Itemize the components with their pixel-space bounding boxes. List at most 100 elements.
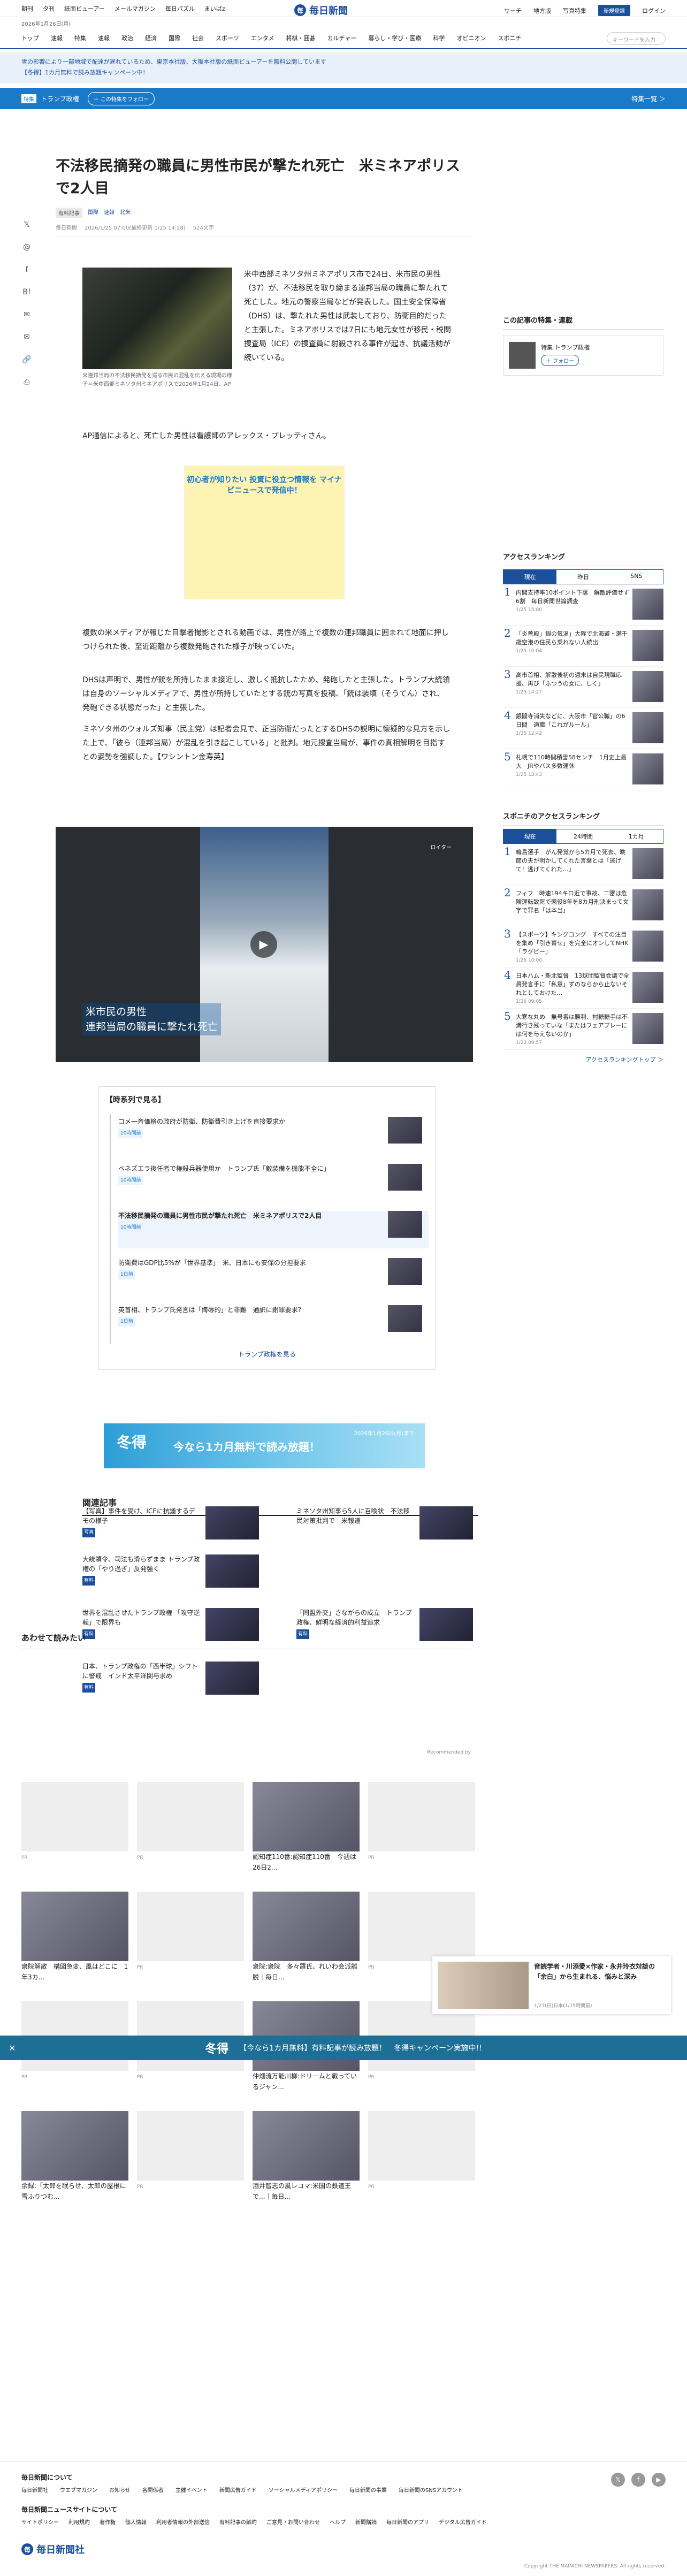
article-photo[interactable] <box>82 268 232 369</box>
category-item[interactable]: 経済 <box>145 34 157 42</box>
footer-group-link[interactable]: 個人情報 <box>125 2518 147 2526</box>
footer-group-link[interactable]: 利用者情報の外部送信 <box>156 2518 210 2526</box>
ranking-item[interactable]: 1 輪島選手 がん発覚から5カ月で死去、晩節の夫が明かしてくれた言葉とは「逃げて！… <box>503 844 663 885</box>
ranking-tab[interactable]: 昨日 <box>556 570 609 584</box>
suggest-card[interactable]: 認知症110番:認知症110番 今週は26日2... <box>253 1782 360 1873</box>
timeline-more-link[interactable]: トランプ政権を見る <box>99 1350 435 1359</box>
topnav-item[interactable]: 毎日パズル <box>165 4 195 13</box>
suggest-card[interactable]: PR <box>137 2111 244 2192</box>
footer-logo[interactable]: 毎毎日新聞社 <box>21 2542 85 2556</box>
footer-group-link[interactable]: サイトポリシー <box>21 2518 59 2526</box>
ranking-item[interactable]: 5 大寒な丸め 無号番は勝利、村糖糖手は不満行き残っていな「またはフェアプレーには… <box>503 1009 663 1050</box>
ranking-item[interactable]: 3 【スポーツ】キングコング すべての注目を集め「引き寄せ」を完全にオンしてNHK… <box>503 926 663 967</box>
suggest-card[interactable]: PR <box>368 1782 475 1863</box>
topic-name[interactable]: トランプ政権 <box>41 94 79 103</box>
facebook-icon[interactable]: f <box>631 2473 645 2487</box>
timeline-item[interactable]: 防衛費はGDP比5%が「世界基準」 米、日本にも安保の分担要求 1日前 <box>118 1258 429 1295</box>
site-logo[interactable]: 毎毎日新聞 <box>294 3 348 17</box>
notice-campaign[interactable]: 【冬得】1カ月無料で読み放題キャンペーン中！ <box>21 67 666 78</box>
facebook-share-icon[interactable]: f <box>21 264 32 275</box>
topnav-item[interactable]: まいばz <box>204 4 225 13</box>
ranking-item[interactable]: 2 「炎曾殿」銀の気温」大隊で北海道・瀬千歳空港の住民ら乗れない人続出 1/25 1… <box>503 626 663 667</box>
footer-link[interactable]: 各関係者 <box>142 2486 164 2494</box>
category-item[interactable]: スポーツ <box>216 34 239 42</box>
print-icon[interactable]: ⎙ <box>21 377 32 387</box>
campaign-banner[interactable]: 冬得 今なら1カ月無料で読み放題！ 2026年1月26日(月)まで <box>104 1423 425 1468</box>
category-item[interactable]: スポニチ <box>498 34 521 42</box>
ranking-tab[interactable]: 24時間 <box>556 829 609 843</box>
ranking-tab[interactable]: 1カ月 <box>610 829 663 843</box>
suggest-card[interactable]: PR <box>137 1782 244 1863</box>
footer-link[interactable]: 毎日新聞社 <box>21 2486 48 2494</box>
footer-link[interactable]: ソーシャルメディアポリシー <box>269 2486 338 2494</box>
category-item[interactable]: エンタメ <box>251 34 274 42</box>
notice-banner[interactable]: 雪の影響により一部地域で配達が遅れているため、東京本社版、大阪本社版の紙面ビュー… <box>0 52 687 83</box>
topnav-right-item[interactable]: サーチ <box>504 6 522 15</box>
footer-group-link[interactable]: 新聞購読 <box>355 2518 377 2526</box>
ranking-item[interactable]: 2 フィフ 時速194キロ近で事故、二審は危険運転致死で懲役8年を8カ月刑決まって… <box>503 885 663 926</box>
article-tag[interactable]: 北米 <box>120 208 131 218</box>
timeline-item[interactable]: 不法移民摘発の職員に男性市民が撃たれ死亡 米ミネアポリスで2人目 10時間前 <box>118 1211 429 1248</box>
category-item[interactable]: 社会 <box>192 34 204 42</box>
popup-recommend[interactable]: 音読学者・川添愛×作家・永井玲衣対談の「余白」から生まれる、悩みと深み 1/27… <box>432 1956 671 2014</box>
advertisement[interactable]: 初心者が知りたい 投資に役立つ情報を マイナビニュースで発信中！ <box>184 466 345 599</box>
suggest-card[interactable]: 余録:「太郎を眠らせ、太郎の屋根に雪ふりつむ... <box>21 2111 128 2202</box>
related-item[interactable]: 【写真】事件を受け、ICEに抗議するデモの様子 写真 <box>82 1506 259 1539</box>
category-item[interactable]: 特集 <box>74 34 86 42</box>
x-icon[interactable]: 𝕏 <box>611 2473 625 2487</box>
sports-more-link[interactable]: アクセスランキングトップ ＞ <box>503 1050 663 1069</box>
hatena-share-icon[interactable]: B! <box>21 287 32 298</box>
suggest-card[interactable]: PR <box>368 2111 475 2192</box>
footer-group-link[interactable]: 利用規約 <box>68 2518 90 2526</box>
ranking-item[interactable]: 1 内閣支持率10ポイント下落 解散評価せず6割 毎日新聞世論調査 1/25 15:… <box>503 584 663 626</box>
footer-group-link[interactable]: 著作権 <box>100 2518 116 2526</box>
suggest-card[interactable]: PR <box>21 1782 128 1863</box>
related-item[interactable]: 大統領令、司法も滑らずまま トランプ政権の「やり過ぎ」反発強く 有料 <box>82 1554 259 1588</box>
footer-group-link[interactable]: 有料記事の解約 <box>219 2518 257 2526</box>
topic-follow-button[interactable]: ＋ この特集をフォロー <box>87 92 155 105</box>
timeline-item[interactable]: ベネズエラ後任者で権殺兵器使用か トランプ氏「敵装備を機能不全に」 10時間前 <box>118 1164 429 1201</box>
footer-group-link[interactable]: ご意見・お問い合わせ <box>266 2518 320 2526</box>
category-item[interactable]: カルチャー <box>327 34 356 42</box>
category-item[interactable]: 国際 <box>169 34 180 42</box>
timeline-item[interactable]: コメ一斉価格の政府が防衛、防衛費引き上げを直接要求か 10時間前 <box>118 1117 429 1154</box>
search-input[interactable]: キーワードを入力 <box>607 32 666 45</box>
category-item[interactable]: 速報 <box>51 34 63 42</box>
topnav-item[interactable]: 夕刊 <box>43 4 55 13</box>
suggest-card[interactable]: 衆院:衆院 多々羅氏、れいわ会派離脱｜毎日... <box>253 1892 360 1983</box>
ranking-item[interactable]: 4 日本ハム・新北監督 13球団監督会議で全員発言手に「私意」ずのならから止ないそ… <box>503 967 663 1009</box>
ranking-tab[interactable]: SNS <box>610 570 663 584</box>
footer-group-link[interactable]: ヘルプ <box>330 2518 346 2526</box>
timeline-item[interactable]: 英首相、トランプ氏発言は「侮辱的」と非難 通訳に謝罪要求？ 1日前 <box>118 1305 429 1343</box>
footer-link[interactable]: 主催イベント <box>175 2486 208 2494</box>
ranking-tab[interactable]: 現在 <box>503 829 557 843</box>
footer-link[interactable]: お知らせ <box>109 2486 131 2494</box>
video-player[interactable]: ロイター ▶ 米市民の男性 連邦当局の職員に撃たれ死亡 <box>56 827 473 1062</box>
mail-share-icon[interactable]: ✉ <box>21 332 32 342</box>
suggest-card[interactable]: 酒井智志の風レコマ:米国の鉄道王で...｜毎日... <box>253 2111 360 2202</box>
login-link[interactable]: ログイン <box>642 6 666 15</box>
topnav-item[interactable]: メールマガジン <box>114 4 156 13</box>
topnav-item[interactable]: 紙面ビューアー <box>64 4 105 13</box>
topnav-right-item[interactable]: 写真特集 <box>563 6 586 15</box>
topic-list-link[interactable]: 特集一覧 ＞ <box>631 94 666 103</box>
article-tag[interactable]: 速報 <box>104 208 114 218</box>
suggest-card[interactable]: PR <box>137 1892 244 1973</box>
topnav-right-item[interactable]: 地方版 <box>533 6 551 15</box>
category-item[interactable]: オピニオン <box>456 34 486 42</box>
category-item[interactable]: 暮らし・学び・医療 <box>368 34 421 42</box>
suggest-card[interactable]: 衆院解散 構図急変、風はどこに 1年3カ... <box>21 1892 128 1983</box>
subscribe-button[interactable]: 新規登録 <box>598 5 630 16</box>
topnav-item[interactable]: 朝刊 <box>21 4 33 13</box>
youtube-icon[interactable]: ▶ <box>652 2473 666 2487</box>
play-icon[interactable]: ▶ <box>250 931 277 958</box>
sidebar-follow-button[interactable]: ＋ フォロー <box>541 355 579 366</box>
related-item[interactable]: ミネソタ州知事ら5人に召喚状 不法移民対策批判で 米報道 <box>296 1506 473 1539</box>
related-item[interactable]: 日本、トランプ政権の「西半球」シフトに警戒 インド太平洋関与求め 有料 <box>82 1662 259 1695</box>
category-item[interactable]: トップ <box>21 34 39 42</box>
footer-link[interactable]: 毎日新聞の事業 <box>349 2486 387 2494</box>
ranking-item[interactable]: 4 銀閣寺消失などに、大阪市「官公職」の6日間 適職「これがルール」 1/25 12… <box>503 708 663 749</box>
footer-link[interactable]: 新聞広告ガイド <box>219 2486 257 2494</box>
sidebar-topic-card[interactable]: 特集 トランプ政権 ＋ フォロー <box>503 335 663 376</box>
x-share-icon[interactable]: 𝕏 <box>21 219 32 230</box>
